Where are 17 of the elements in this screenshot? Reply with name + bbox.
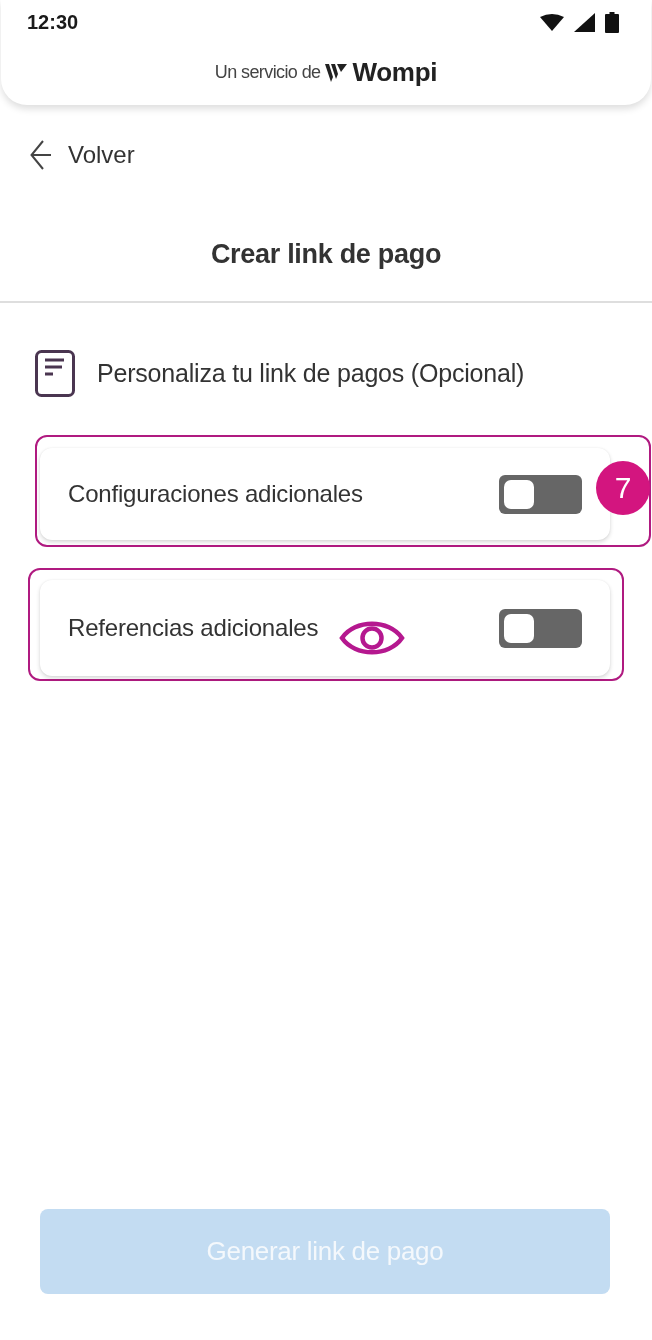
toggle-switch[interactable] (499, 474, 582, 514)
toggle-switch[interactable] (499, 608, 582, 648)
page-title: Crear link de pago (209, 239, 443, 269)
document-icon (35, 349, 75, 397)
back-link[interactable]: Volver (28, 135, 137, 175)
brand-logo-icon (325, 62, 348, 83)
status-time: 12:30 (27, 10, 79, 34)
brand-name: Wompi (352, 57, 438, 88)
option-label: Configuraciones adicionales (68, 480, 363, 508)
battery-icon (605, 11, 619, 33)
wifi-icon (540, 13, 564, 31)
section-title: Personaliza tu link de pagos (Opcional) (97, 358, 525, 388)
signal-icon (574, 12, 595, 32)
service-caption: Un servicio de (214, 62, 321, 83)
back-arrow-icon (30, 139, 52, 171)
number-badge: 7 (596, 461, 650, 515)
option-label: Referencias adicionales (68, 614, 319, 642)
